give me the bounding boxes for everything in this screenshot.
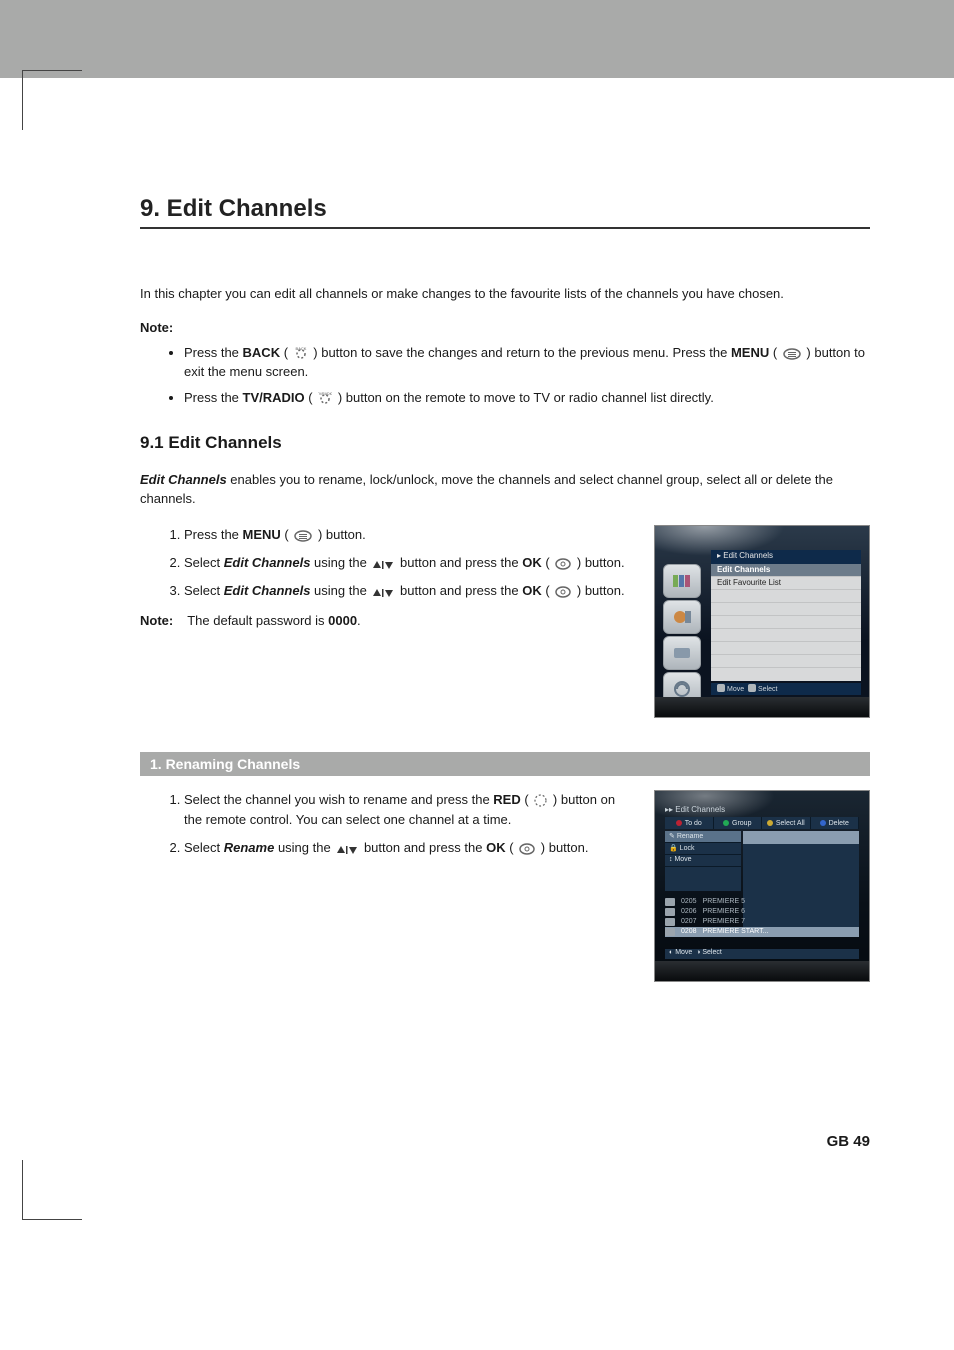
top-gray-bar [0,0,954,78]
subsection-1-title: 1. Renaming Channels [140,752,870,776]
note-2: Note: The default password is 0000. [140,613,630,628]
steps-list-1: Press the MENU ( ) button. Select Edit C… [184,525,630,601]
intro-paragraph: In this chapter you can edit all channel… [140,285,870,304]
crop-mark-bottom-left [22,1160,82,1220]
ok-icon [519,843,535,855]
step-2: Select Edit Channels using the button an… [184,553,630,573]
step-1: Press the MENU ( ) button. [184,525,630,545]
menu-icon-channels [663,564,701,598]
note-bullet-2: Press the TV/RADIO ( TV/RADIO ) button o… [184,388,870,408]
note-bullet-1: Press the BACK ( BACK ) button to save t… [184,343,870,382]
note-label: Note: [140,320,870,335]
menu-icon-settings [663,636,701,670]
ok-icon [555,558,571,570]
section-9-1-intro: Edit Channels enables you to rename, loc… [140,471,870,509]
crop-mark-top-left [22,70,82,130]
section-9-1-title: 9.1 Edit Channels [140,433,870,453]
ok-icon [555,586,571,598]
note-list: Press the BACK ( BACK ) button to save t… [184,343,870,408]
figure-menu-screenshot: ▸ Edit Channels Edit Channels Edit Favou… [654,525,870,718]
rename-step-1: Select the channel you wish to rename an… [184,790,630,830]
red-button-icon [534,794,547,807]
menu-icon-guide [663,600,701,634]
back-icon: BACK [294,346,308,360]
chapter-rule [140,227,870,229]
svg-text:TV/RADIO: TV/RADIO [318,392,332,396]
menu-icon [294,530,312,542]
steps-list-2: Select the channel you wish to rename an… [184,790,630,858]
menu-icon [783,348,801,360]
up-down-icon [372,560,394,570]
up-down-icon [336,845,358,855]
step-3: Select Edit Channels using the button an… [184,581,630,601]
rename-step-2: Select Rename using the button and press… [184,838,630,858]
svg-text:BACK: BACK [295,346,306,351]
page-number: GB 49 [827,1133,870,1150]
tvradio-icon: TV/RADIO [318,391,332,405]
figure-edit-channels-screenshot: ▸▸ Edit Channels To do Group Select All … [654,790,870,982]
up-down-icon [372,588,394,598]
chapter-title: 9. Edit Channels [140,195,870,223]
